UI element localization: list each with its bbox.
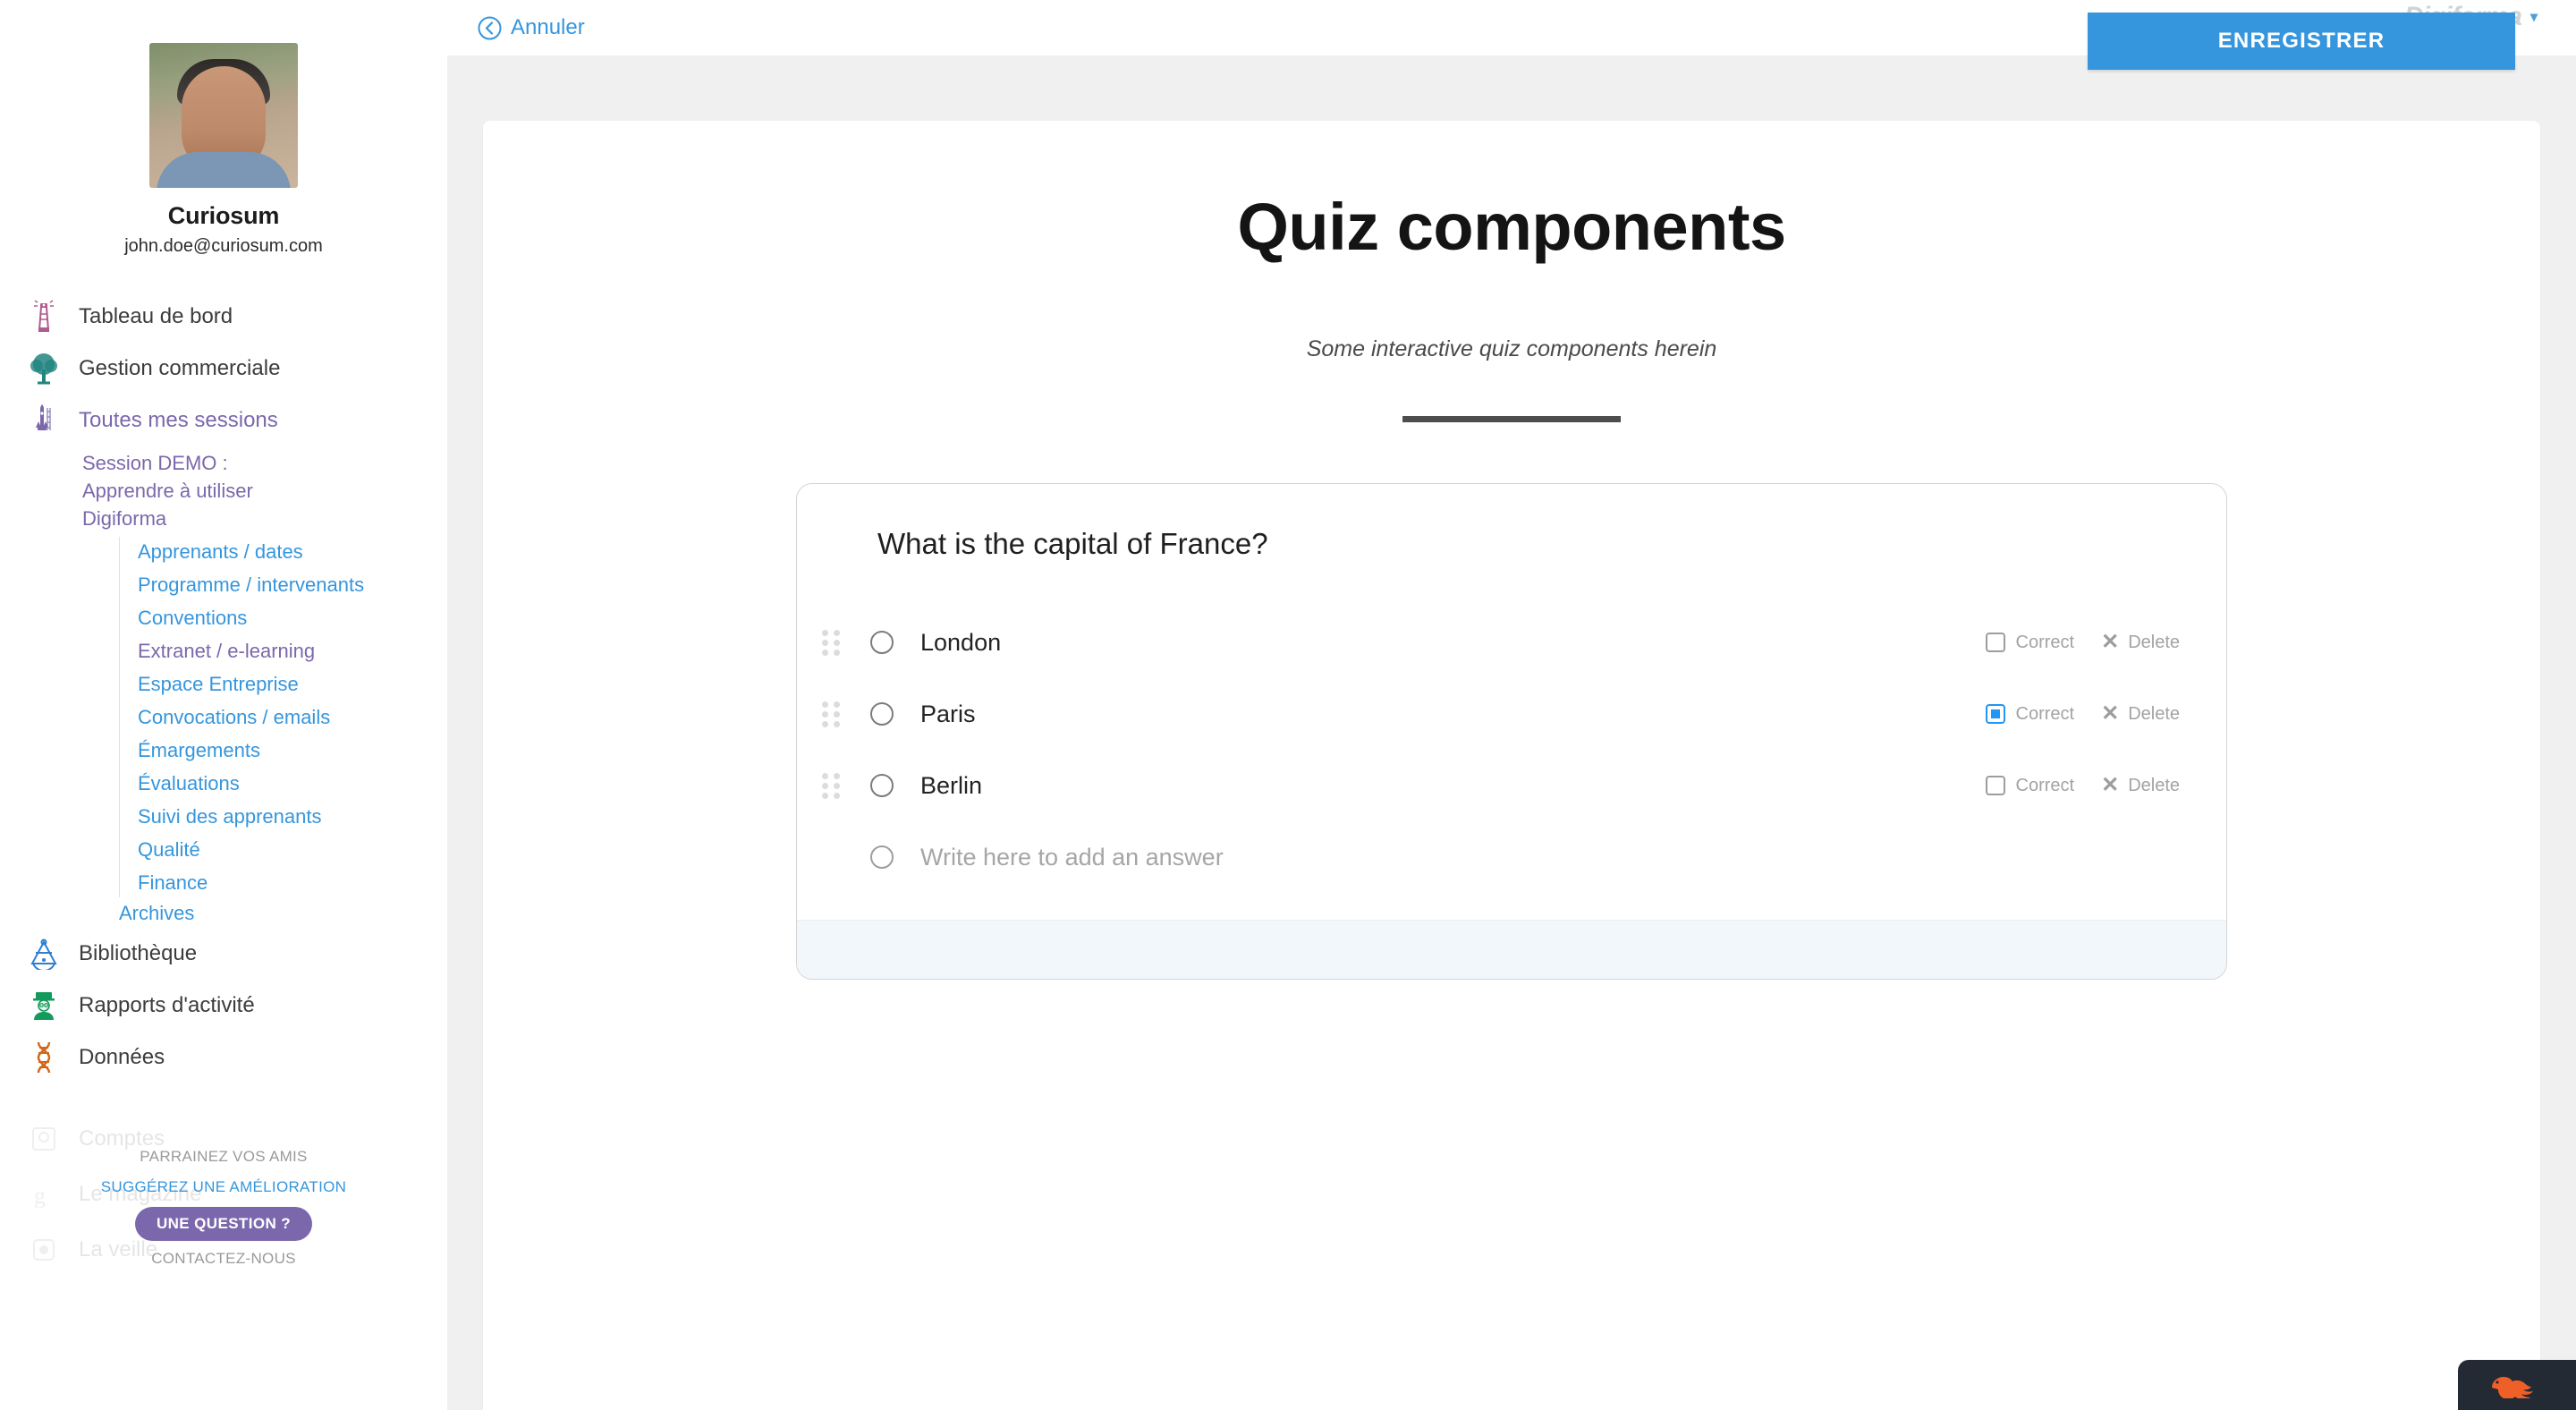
sidebar-item-archives[interactable]: Archives [119, 899, 447, 928]
correct-checkbox[interactable] [1985, 633, 2005, 653]
avatar-shirt [157, 152, 291, 188]
sextant-icon [23, 935, 64, 973]
sidebar-item-programme-intervenants[interactable]: Programme / intervenants [138, 568, 447, 601]
answer-radio[interactable] [870, 702, 894, 726]
phoenix-bird-icon [2485, 1368, 2549, 1403]
save-button[interactable]: ENREGISTRER [2088, 13, 2515, 70]
quiz-answer-row: Paris Correct ✕ Delete [797, 678, 2226, 750]
sidebar-item-donnees[interactable]: Données [0, 1032, 447, 1083]
quiz-answer-row: London Correct ✕ Delete [797, 607, 2226, 678]
quiz-question[interactable]: What is the capital of France? [797, 484, 2226, 564]
promo-block: PARRAINEZ VOS AMIS SUGGÉREZ UNE AMÉLIORA… [0, 1125, 447, 1274]
cancel-label: Annuler [511, 15, 585, 39]
delete-label: Delete [2128, 703, 2180, 724]
close-icon: ✕ [2101, 773, 2120, 798]
sidebar-item-gestion-commerciale[interactable]: Gestion commerciale [0, 343, 447, 395]
drag-handle-placeholder [818, 845, 843, 871]
new-answer-input[interactable]: Write here to add an answer [920, 844, 2180, 871]
app-root: Curiosum john.doe@curiosum.com Tableau d… [0, 0, 2576, 1410]
correct-label: Correct [2015, 775, 2075, 795]
divider [1402, 416, 1621, 423]
refer-friends-link[interactable]: PARRAINEZ VOS AMIS [0, 1142, 447, 1172]
delete-answer-button[interactable]: ✕ Delete [2101, 632, 2180, 653]
document-card: Quiz components Some interactive quiz co… [483, 121, 2540, 1410]
sidebar-item-convocations-emails[interactable]: Convocations / emails [138, 701, 447, 734]
suggest-improvement-link[interactable]: SUGGÉREZ UNE AMÉLIORATION [0, 1172, 447, 1202]
tree-icon [23, 350, 64, 387]
page-subtitle: Some interactive quiz components herein [1306, 336, 1717, 362]
profile-block: Curiosum john.doe@curiosum.com [0, 0, 447, 257]
sidebar-item-conventions[interactable]: Conventions [138, 601, 447, 634]
sidebar-item-label: Rapports d'activité [79, 993, 255, 1017]
gentleman-icon [23, 987, 64, 1024]
sidebar-item-label: Données [79, 1045, 165, 1069]
contact-us-link[interactable]: CONTACTEZ-NOUS [0, 1244, 447, 1274]
session-subnav: Session DEMO : Apprendre à utiliser Digi… [0, 446, 447, 928]
sidebar-item-session-demo[interactable]: Session DEMO : Apprendre à utiliser Digi… [82, 446, 315, 535]
dna-icon [23, 1039, 64, 1076]
answer-text[interactable]: London [920, 629, 1986, 657]
chevron-down-icon[interactable]: ▾ [2530, 8, 2538, 26]
sidebar-item-label: Gestion commerciale [79, 356, 281, 380]
quiz-answer-row: Berlin Correct ✕ Delete [797, 750, 2226, 821]
lighthouse-icon [23, 298, 64, 336]
sidebar-item-espace-entreprise[interactable]: Espace Entreprise [138, 667, 447, 701]
main-nav: Tableau de bord Gestion commerciale Tout… [0, 291, 447, 1083]
profile-name: Curiosum [167, 202, 280, 229]
page-title: Quiz components [1237, 190, 1786, 264]
quiz-card: What is the capital of France? London Co… [796, 483, 2227, 981]
sidebar-item-emargements[interactable]: Émargements [138, 734, 447, 767]
sidebar-item-label: Bibliothèque [79, 941, 198, 965]
avatar [149, 43, 298, 188]
sidebar-item-label: Toutes mes sessions [79, 408, 278, 432]
cancel-button[interactable]: Annuler [478, 15, 585, 40]
sidebar-item-rapports-activite[interactable]: Rapports d'activité [0, 980, 447, 1032]
sidebar-item-qualite[interactable]: Qualité [138, 833, 447, 866]
sidebar-item-suivi-des-apprenants[interactable]: Suivi des apprenants [138, 800, 447, 833]
sidebar-item-extranet-elearning[interactable]: Extranet / e-learning [138, 634, 447, 667]
content-pane: Quiz components Some interactive quiz co… [447, 55, 2576, 1410]
answer-actions: Correct ✕ Delete [1985, 632, 2180, 653]
sidebar-item-toutes-mes-sessions[interactable]: Toutes mes sessions [0, 395, 447, 446]
drag-handle-icon[interactable] [818, 629, 843, 656]
answer-actions: Correct ✕ Delete [1985, 775, 2180, 796]
chevron-left-circle-icon [478, 16, 502, 40]
new-answer-radio[interactable] [870, 845, 894, 870]
topbar: Annuler Digiforma ▾ ENREGISTRER [447, 0, 2576, 70]
session-children: Apprenants / dates Programme / intervena… [119, 535, 447, 899]
sidebar: Curiosum john.doe@curiosum.com Tableau d… [0, 0, 447, 1410]
sidebar-item-apprenants-dates[interactable]: Apprenants / dates [138, 535, 447, 568]
delete-label: Delete [2128, 632, 2180, 652]
sidebar-item-label: Tableau de bord [79, 304, 233, 328]
close-icon: ✕ [2101, 701, 2120, 726]
quiz-card-footer [797, 920, 2226, 980]
answer-radio[interactable] [870, 631, 894, 655]
delete-answer-button[interactable]: ✕ Delete [2101, 703, 2180, 725]
correct-label: Correct [2015, 632, 2075, 652]
drag-handle-icon[interactable] [818, 772, 843, 799]
answer-radio[interactable] [870, 774, 894, 798]
correct-label: Correct [2015, 703, 2075, 724]
correct-checkbox[interactable] [1985, 776, 2005, 796]
answer-text[interactable]: Berlin [920, 772, 1986, 800]
rocket-icon [23, 402, 64, 439]
chat-widget-button[interactable] [2458, 1360, 2576, 1410]
sidebar-item-finance[interactable]: Finance [138, 866, 447, 899]
delete-answer-button[interactable]: ✕ Delete [2101, 775, 2180, 796]
quiz-new-answer-row: Write here to add an answer [797, 821, 2226, 893]
correct-checkbox[interactable] [1985, 704, 2005, 725]
sidebar-item-evaluations[interactable]: Évaluations [138, 767, 447, 800]
answer-actions: Correct ✕ Delete [1985, 703, 2180, 725]
close-icon: ✕ [2101, 630, 2120, 655]
sidebar-item-tableau-de-bord[interactable]: Tableau de bord [0, 291, 447, 343]
profile-email: john.doe@curiosum.com [124, 236, 323, 256]
question-button[interactable]: UNE QUESTION ? [134, 1207, 313, 1241]
main-area: Annuler Digiforma ▾ ENREGISTRER Quiz com… [447, 0, 2576, 1410]
delete-label: Delete [2128, 775, 2180, 795]
answer-text[interactable]: Paris [920, 701, 1986, 728]
sidebar-item-bibliotheque[interactable]: Bibliothèque [0, 928, 447, 980]
drag-handle-icon[interactable] [818, 701, 843, 727]
quiz-answers: London Correct ✕ Delete Paris Correct ✕ … [797, 564, 2226, 920]
